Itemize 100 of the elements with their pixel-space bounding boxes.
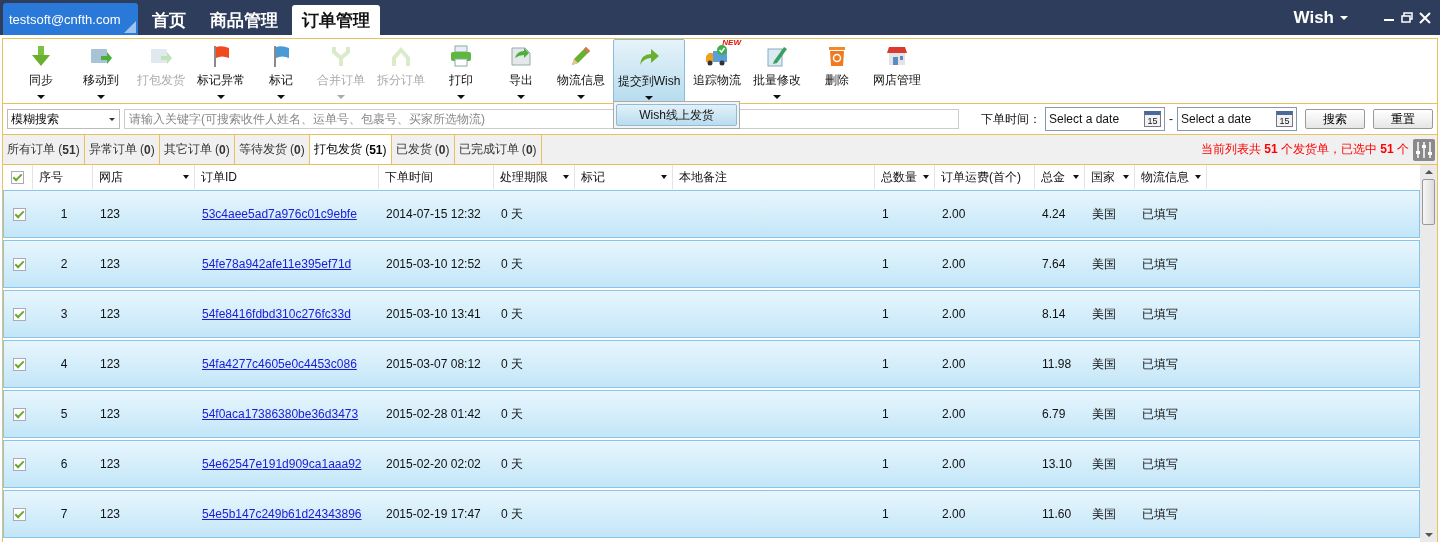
sliders-icon[interactable] [1413,138,1435,161]
calendar-icon[interactable]: 15 [1276,111,1293,127]
table-row[interactable]: 7 123 54e5b147c249b61d24343896 2015-02-19 17:47 0 天 1 2.00 11.60 美国 已填写 [3,490,1420,538]
platform-dropdown[interactable]: Wish [1293,7,1348,28]
table-cell: 1 [882,357,889,371]
toolbar-button[interactable]: 提交到Wish [613,39,685,103]
restore-icon[interactable] [1400,10,1414,25]
status-tab[interactable]: 打包发货 (51) [309,135,392,164]
toolbar-button[interactable]: 打印 [431,39,491,103]
column-header[interactable]: 序号 [39,165,92,189]
order-id-link[interactable]: 54e5b147c249b61d24343896 [202,507,362,521]
column-header[interactable]: 总数量 [881,165,934,189]
column-header[interactable]: 处理期限 [500,165,574,189]
table-row[interactable]: 1 123 53c4aee5ad7a976c01c9ebfe 2014-07-15 12:32 0 天 1 2.00 4.24 美国 已填写 [3,190,1420,238]
toolbar-button[interactable]: NEW 追踪物流 [687,39,747,103]
date-field[interactable]: Select a date 15 [1177,107,1297,131]
row-checkbox[interactable] [12,307,26,321]
row-checkbox[interactable] [12,257,26,271]
table-row[interactable]: 3 123 54fe8416fdbd310c276fc33d 2015-03-10 13:41 0 天 1 2.00 8.14 美国 已填写 [3,290,1420,338]
scrollbar[interactable] [1420,165,1437,542]
select-all-checkbox[interactable] [11,170,24,184]
row-checkbox[interactable] [12,507,26,521]
calendar-icon[interactable]: 15 [1144,111,1161,127]
search-button[interactable]: 重置 [1373,109,1433,129]
search-button[interactable]: 搜索 [1305,109,1365,129]
nav-tab[interactable]: 订单管理 [292,5,380,35]
toolbar-button[interactable]: 同步 [11,39,71,103]
toolbar-button[interactable]: 物流信息 [551,39,611,103]
table-cell: 0 天 [501,205,523,223]
row-checkbox[interactable] [12,407,26,421]
table-cell: 已填写 [1142,505,1178,523]
toolbar-button[interactable]: 批量修改 [747,39,807,103]
table-row[interactable]: 5 123 54f0aca17386380be36d3473 2015-02-28 01:42 0 天 1 2.00 6.79 美国 已填写 [3,390,1420,438]
column-header[interactable]: 总金 [1041,165,1084,189]
table-cell: 0 天 [501,255,523,273]
table-cell: 123 [100,357,121,371]
table-cell: 2.00 [942,257,966,271]
column-header[interactable]: 网店 [99,165,194,189]
row-checkbox[interactable] [12,457,26,471]
column-header[interactable]: 订单ID [201,165,378,189]
table-cell: 已填写 [1142,255,1178,273]
table-cell: 123 [100,457,121,471]
search-mode-dropdown[interactable]: 模糊搜索 [7,109,120,129]
row-checkbox[interactable] [12,357,26,371]
order-id-link[interactable]: 53c4aee5ad7a976c01c9ebfe [202,207,357,221]
status-tab[interactable]: 所有订单 (51) [3,135,85,164]
new-label: NEW [722,38,741,47]
nav-tab[interactable]: 商品管理 [200,5,288,35]
menu-item[interactable]: Wish线上发货 [616,104,737,126]
table-cell: 已填写 [1142,355,1178,373]
table-cell: 0 天 [501,505,523,523]
table-cell: 2014-07-15 12:32 [386,207,481,221]
table-cell: 1 [882,457,889,471]
date-separator: - [1169,112,1173,126]
table-cell: 7.64 [1042,257,1066,271]
table-cell: 8.14 [1042,307,1066,321]
table-cell: 0 天 [501,355,523,373]
table-cell: 已填写 [1142,205,1178,223]
order-id-link[interactable]: 54f0aca17386380be36d3473 [202,407,359,421]
status-tab[interactable]: 异常订单 (0) [84,135,160,164]
toolbar-button[interactable]: 移动到 [71,39,131,103]
table-cell: 美国 [1092,505,1116,523]
column-header[interactable]: 下单时间 [385,165,493,189]
column-header[interactable]: 本地备注 [679,165,874,189]
column-header[interactable]: 订单运费(首个) [941,165,1034,189]
caret-icon [517,95,525,99]
toolbar-button[interactable]: 标记 [251,39,311,103]
table-cell: 2015-02-19 17:47 [386,507,481,521]
close-icon[interactable] [1418,10,1432,25]
order-id-link[interactable]: 54fe78a942afe11e395ef71d [202,257,352,271]
table-cell: 0 天 [501,305,523,323]
selection-summary: 当前列表共 51 个发货单，已选中 51 个 [1200,141,1409,158]
row-checkbox[interactable] [12,207,26,221]
table-cell: 11.60 [1042,507,1072,521]
account-button[interactable]: testsoft@cnfth.com [3,3,138,35]
toolbar-button[interactable]: 网店管理 [867,39,927,103]
toolbar-button[interactable]: 标记异常 [191,39,251,103]
table-row[interactable]: 2 123 54fe78a942afe11e395ef71d 2015-03-10 12:52 0 天 1 2.00 7.64 美国 已填写 [3,240,1420,288]
status-tab[interactable]: 已完成订单 (0) [454,135,542,164]
nav-tab[interactable]: 首页 [142,5,196,35]
status-tab[interactable]: 已发货 (0) [391,135,455,164]
document-pen-icon [765,44,789,68]
column-header[interactable]: 标记 [581,165,672,189]
order-id-link[interactable]: 54fa4277c4605e0c4453c086 [202,357,357,371]
table-cell: 1 [60,207,68,221]
order-id-link[interactable]: 54e62547e191d909ca1aaa92 [202,457,362,471]
table-cell: 美国 [1092,255,1116,273]
status-tab[interactable]: 等待发货 (0) [234,135,310,164]
toolbar-button[interactable]: 导出 [491,39,551,103]
store-icon [885,44,909,68]
column-header[interactable]: 国家 [1091,165,1134,189]
table-row[interactable]: 4 123 54fa4277c4605e0c4453c086 2015-03-07 08:12 0 天 1 2.00 11.98 美国 已填写 [3,340,1420,388]
table-row[interactable]: 6 123 54e62547e191d909ca1aaa92 2015-02-20 02:02 0 天 1 2.00 13.10 美国 已填写 [3,440,1420,488]
column-header[interactable]: 物流信息 [1141,165,1206,189]
status-tab[interactable]: 其它订单 (0) [159,135,235,164]
table-cell: 11.98 [1042,357,1072,371]
date-field[interactable]: Select a date 15 [1045,107,1165,131]
order-id-link[interactable]: 54fe8416fdbd310c276fc33d [202,307,351,321]
table-cell: 2 [60,257,68,271]
toolbar-button[interactable]: 删除 [807,39,867,103]
